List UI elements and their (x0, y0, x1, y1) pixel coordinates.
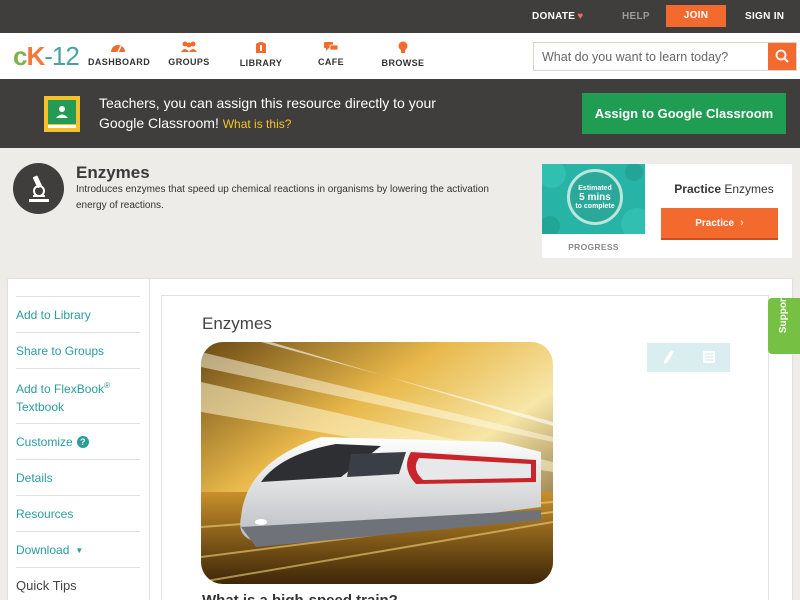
donate-label: DONATE (532, 11, 576, 22)
sign-in-link[interactable]: SIGN IN (745, 0, 784, 33)
quick-tips-section[interactable]: Quick Tips (16, 567, 140, 600)
microscope-icon (13, 163, 64, 214)
customize-link[interactable]: Customize? (16, 423, 140, 459)
nav-library[interactable]: LIBRARY (236, 41, 286, 68)
download-label-wrap: Download ▼ (16, 541, 83, 560)
search-button[interactable] (768, 43, 796, 70)
content-tools (647, 343, 730, 372)
help-link[interactable]: HELP (622, 0, 650, 33)
progress-label: PROGRESS (568, 242, 619, 252)
practice-button[interactable]: Practice › (661, 208, 778, 238)
top-bar: DONATE ♥ HELP JOIN SIGN IN (0, 0, 800, 33)
hero-image-high-speed-train (201, 342, 553, 584)
flexbook-line1: Add to FlexBook (16, 382, 105, 396)
ck12-logo[interactable]: cK-12 (13, 41, 80, 71)
help-icon[interactable]: ? (76, 436, 89, 448)
concept-description: Introduces enzymes that speed up chemica… (76, 184, 489, 211)
logo-k: K (26, 41, 45, 71)
google-classroom-icon (44, 96, 80, 132)
download-label: Download (16, 543, 70, 557)
chevron-right-icon: › (740, 216, 744, 229)
practice-title-topic: Enzymes (724, 182, 774, 196)
logo-c: c (13, 41, 28, 71)
cafe-chat-icon (324, 42, 339, 51)
logo-number: -12 (44, 41, 80, 71)
nav-browse[interactable]: BROWSE (380, 41, 426, 68)
download-dropdown[interactable]: Download ▼ (16, 531, 140, 567)
practice-button-label: Practice (695, 217, 735, 229)
search-box (533, 42, 797, 71)
nav-groups[interactable]: GROUPS (164, 41, 214, 67)
groups-icon (181, 41, 197, 52)
support-tab[interactable]: Support (768, 295, 800, 354)
practice-card: Estimated 5 mins to complete PROGRESS Pr… (542, 164, 792, 258)
flexbook-line2: Textbook (16, 400, 65, 414)
add-to-library-label: Add to Library (16, 308, 91, 322)
add-to-flexbook-label: Add to FlexBook® Textbook (16, 377, 110, 416)
share-to-groups-label: Share to Groups (16, 344, 105, 358)
estimate-suffix: to complete (575, 203, 615, 210)
registered-mark: ® (104, 381, 110, 390)
assign-google-classroom-button[interactable]: Assign to Google Classroom (582, 93, 786, 134)
content-title: Enzymes (202, 314, 272, 333)
estimate-ring: Estimated 5 mins to complete (567, 169, 623, 225)
heart-icon: ♥ (577, 11, 584, 22)
notes-icon[interactable] (702, 350, 716, 364)
what-is-this-link[interactable]: What is this? (223, 117, 292, 131)
details-link[interactable]: Details (16, 459, 140, 495)
nav-cafe[interactable]: CAFE (309, 41, 353, 67)
practice-title-bold: Practice (674, 182, 721, 196)
donate-link[interactable]: DONATE ♥ (532, 0, 584, 33)
main-nav: cK-12 DASHBOARD GROUPS LIBRARY CAFE BROW… (0, 33, 800, 79)
banner-message: Teachers, you can assign this resource d… (99, 93, 459, 134)
customize-label-wrap: Customize? (16, 433, 89, 451)
add-to-library-link[interactable]: Add to Library (16, 296, 140, 332)
nav-library-label: LIBRARY (239, 58, 283, 68)
section-question: What is a high-speed train? (202, 592, 398, 600)
share-to-groups-link[interactable]: Share to Groups (16, 332, 140, 368)
lightbulb-icon (398, 41, 408, 53)
library-icon (256, 42, 266, 53)
train-image (201, 342, 553, 584)
resources-label: Resources (16, 507, 74, 521)
caret-down-icon: ▼ (75, 546, 84, 555)
nav-cafe-label: CAFE (317, 57, 345, 67)
concept-title: Enzymes (76, 163, 150, 182)
dashboard-icon (111, 45, 125, 53)
resources-link[interactable]: Resources (16, 495, 140, 531)
search-input[interactable] (534, 43, 769, 70)
nav-dashboard-label: DASHBOARD (88, 57, 151, 67)
estimate-minutes: 5 mins (579, 192, 611, 203)
add-to-flexbook-link[interactable]: Add to FlexBook® Textbook (16, 368, 140, 423)
action-sidebar: Add to Library Share to Groups Add to Fl… (8, 279, 150, 600)
practice-title: Practice Enzymes (662, 182, 786, 196)
nav-groups-label: GROUPS (168, 57, 210, 67)
nav-browse-label: BROWSE (381, 58, 425, 68)
customize-label: Customize (16, 435, 73, 449)
join-button[interactable]: JOIN (666, 5, 726, 27)
search-icon (775, 49, 789, 63)
support-label: Support (778, 294, 789, 334)
quick-tips-label: Quick Tips (16, 578, 77, 593)
progress-thumbnail[interactable]: Estimated 5 mins to complete (542, 164, 645, 234)
pencil-icon[interactable] (662, 349, 676, 365)
nav-dashboard[interactable]: DASHBOARD (88, 41, 151, 67)
details-label: Details (16, 471, 53, 485)
